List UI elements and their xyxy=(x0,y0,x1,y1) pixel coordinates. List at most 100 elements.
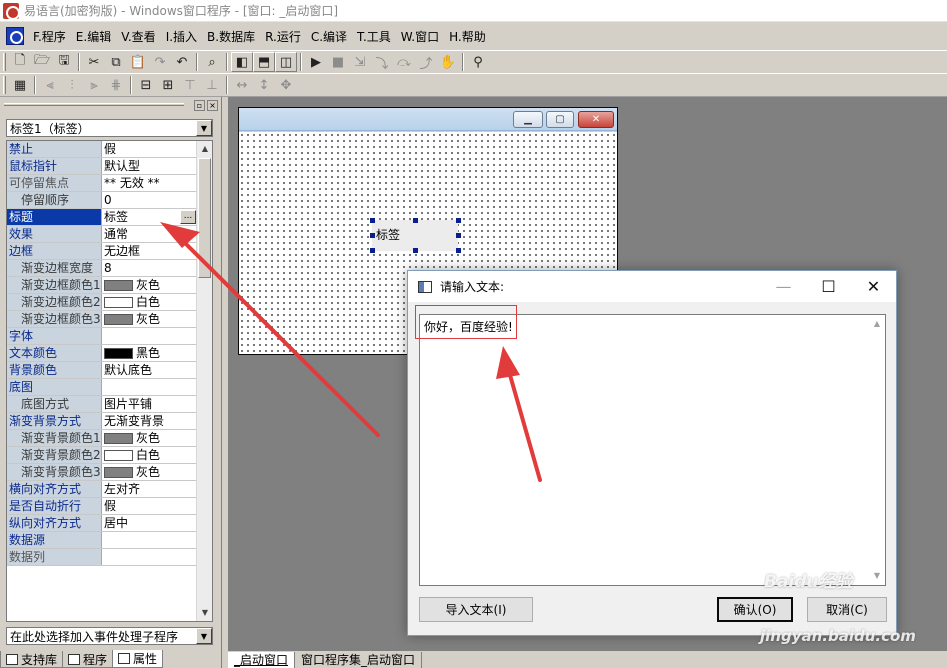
maximize-icon[interactable]: ▢ xyxy=(546,111,574,128)
stop-icon[interactable]: ■ xyxy=(327,52,349,72)
close-icon[interactable]: ✕ xyxy=(578,111,614,128)
scroll-thumb[interactable] xyxy=(198,158,211,278)
chevron-down-icon[interactable]: ▼ xyxy=(196,120,212,136)
prop-value-color[interactable]: 灰色 xyxy=(102,277,197,293)
hand-icon[interactable]: ✋ xyxy=(437,52,459,72)
prop-row-back-color[interactable]: 背景颜色 默认底色 xyxy=(7,362,197,379)
same-height-icon[interactable]: ↕ xyxy=(253,75,275,95)
step-over-icon[interactable]: ⤼ xyxy=(393,52,415,72)
property-scrollbar[interactable]: ▲ ▼ xyxy=(196,141,212,621)
import-text-button[interactable]: 导入文本(I) xyxy=(419,597,533,622)
resize-handle[interactable] xyxy=(370,218,375,223)
prop-row-word-wrap[interactable]: 是否自动折行 假 xyxy=(7,498,197,515)
prop-value[interactable]: 左对齐 xyxy=(102,481,197,497)
prop-value-caption[interactable]: 标签 ... xyxy=(102,209,197,225)
align-top-icon[interactable]: ⊤ xyxy=(179,75,201,95)
prop-value[interactable]: ** 无效 ** xyxy=(102,175,197,191)
resize-handle[interactable] xyxy=(413,248,418,253)
prop-value[interactable]: 默认底色 xyxy=(102,362,197,378)
tab-support-library[interactable]: 支持库 xyxy=(0,651,64,668)
prop-row-gradient-background-mode[interactable]: 渐变背景方式 无渐变背景 xyxy=(7,413,197,430)
prop-row-background-image[interactable]: 底图 xyxy=(7,379,197,396)
menu-window[interactable]: W.窗口 xyxy=(396,28,444,45)
prop-value[interactable]: 8 xyxy=(102,260,197,276)
menu-compile[interactable]: C.编译 xyxy=(306,28,352,45)
preview-icon[interactable]: ⌕ xyxy=(201,52,223,72)
resize-handle[interactable] xyxy=(370,233,375,238)
align-middle-icon[interactable]: ⊥ xyxy=(201,75,223,95)
menu-program[interactable]: F.程序 xyxy=(28,28,71,45)
resize-handle[interactable] xyxy=(370,248,375,253)
prop-value[interactable]: 居中 xyxy=(102,515,197,531)
center-h-icon[interactable]: ⊟ xyxy=(135,75,157,95)
menu-help[interactable]: H.帮助 xyxy=(444,28,491,45)
menu-view[interactable]: V.查看 xyxy=(116,28,160,45)
prop-row-gradient-border-width[interactable]: 渐变边框宽度 8 xyxy=(7,260,197,277)
prop-value-color[interactable]: 灰色 xyxy=(102,430,197,446)
save-icon[interactable]: 🖫 xyxy=(53,52,75,72)
panel-restore-icon[interactable]: ▫ xyxy=(194,100,205,111)
step-into-icon[interactable]: ⤵ xyxy=(371,52,393,72)
prop-row-data-source[interactable]: 数据源 xyxy=(7,532,197,549)
object-selector[interactable]: 标签1（标签） ▼ xyxy=(6,119,213,137)
scroll-up-icon[interactable]: ▲ xyxy=(197,141,212,157)
prop-row-gradient-background-color3[interactable]: 渐变背景颜色3 灰色 xyxy=(7,464,197,481)
label-control[interactable]: 标签 xyxy=(370,218,461,253)
tab-program[interactable]: 程序 xyxy=(62,651,114,668)
scroll-up-icon[interactable]: ▲ xyxy=(869,317,885,331)
scroll-down-icon[interactable]: ▼ xyxy=(197,605,212,621)
prop-row-font[interactable]: 字体 xyxy=(7,328,197,345)
prop-row-border[interactable]: 边框 无边框 xyxy=(7,243,197,260)
align-left-icon[interactable]: ⫷ xyxy=(39,75,61,95)
menu-insert[interactable]: I.插入 xyxy=(161,28,202,45)
prop-row-gradient-border-color2[interactable]: 渐变边框颜色2 白色 xyxy=(7,294,197,311)
minimize-icon[interactable]: ▁ xyxy=(513,111,543,128)
prop-row-cursor[interactable]: 鼠标指针 默认型 xyxy=(7,158,197,175)
prop-row-background-mode[interactable]: 底图方式 图片平铺 xyxy=(7,396,197,413)
prop-value[interactable] xyxy=(102,549,197,565)
step-out-icon[interactable]: ⤴ xyxy=(415,52,437,72)
menu-tools[interactable]: T.工具 xyxy=(352,28,396,45)
menu-database[interactable]: B.数据库 xyxy=(202,28,260,45)
prop-row-disabled[interactable]: 禁止 假 xyxy=(7,141,197,158)
resize-handle[interactable] xyxy=(456,218,461,223)
cut-icon[interactable]: ✂ xyxy=(83,52,105,72)
prop-value[interactable] xyxy=(102,379,197,395)
align-right-icon[interactable]: ⫸ xyxy=(83,75,105,95)
chevron-down-icon[interactable]: ▼ xyxy=(196,628,212,644)
prop-value[interactable]: 0 xyxy=(102,192,197,208)
prop-value[interactable]: 无边框 xyxy=(102,243,197,259)
prop-value[interactable]: 默认型 xyxy=(102,158,197,174)
prop-row-horizontal-align[interactable]: 横向对齐方式 左对齐 xyxy=(7,481,197,498)
redo-icon[interactable]: ↷ xyxy=(149,52,171,72)
toolbar-grip[interactable] xyxy=(3,76,6,94)
panel-close-icon[interactable]: × xyxy=(207,100,218,111)
undo-icon[interactable]: ↶ xyxy=(171,52,193,72)
prop-value[interactable] xyxy=(102,328,197,344)
prop-value[interactable] xyxy=(102,532,197,548)
panel-grip[interactable] xyxy=(4,103,184,106)
run-icon[interactable]: ▶ xyxy=(305,52,327,72)
ellipsis-button[interactable]: ... xyxy=(180,210,196,224)
prop-row-data-column[interactable]: 数据列 xyxy=(7,549,197,566)
new-icon[interactable]: 🗋 xyxy=(9,52,31,72)
layout-top-icon[interactable]: ⬒ xyxy=(253,52,275,72)
layout-split-icon[interactable]: ◫ xyxy=(275,52,297,72)
toolbar-grip[interactable] xyxy=(3,53,6,71)
prop-value[interactable]: 无渐变背景 xyxy=(102,413,197,429)
open-icon[interactable]: 🗁 xyxy=(31,52,53,72)
resize-handle[interactable] xyxy=(456,248,461,253)
prop-row-gradient-border-color1[interactable]: 渐变边框颜色1 灰色 xyxy=(7,277,197,294)
same-width-icon[interactable]: ↔ xyxy=(231,75,253,95)
prop-value-color[interactable]: 白色 xyxy=(102,294,197,310)
tab-properties[interactable]: 属性 xyxy=(112,650,164,668)
prop-value-color[interactable]: 白色 xyxy=(102,447,197,463)
step-icon[interactable]: ⇲ xyxy=(349,52,371,72)
prop-value-color[interactable]: 灰色 xyxy=(102,464,197,480)
resize-handle[interactable] xyxy=(456,233,461,238)
prop-row-tab-order[interactable]: 停留顺序 0 xyxy=(7,192,197,209)
text-input-area[interactable]: 你好，百度经验! ▲ ▼ xyxy=(419,314,886,586)
prop-row-text-color[interactable]: 文本颜色 黑色 xyxy=(7,345,197,362)
copy-icon[interactable]: ⧉ xyxy=(105,52,127,72)
close-icon[interactable]: ✕ xyxy=(851,271,896,302)
